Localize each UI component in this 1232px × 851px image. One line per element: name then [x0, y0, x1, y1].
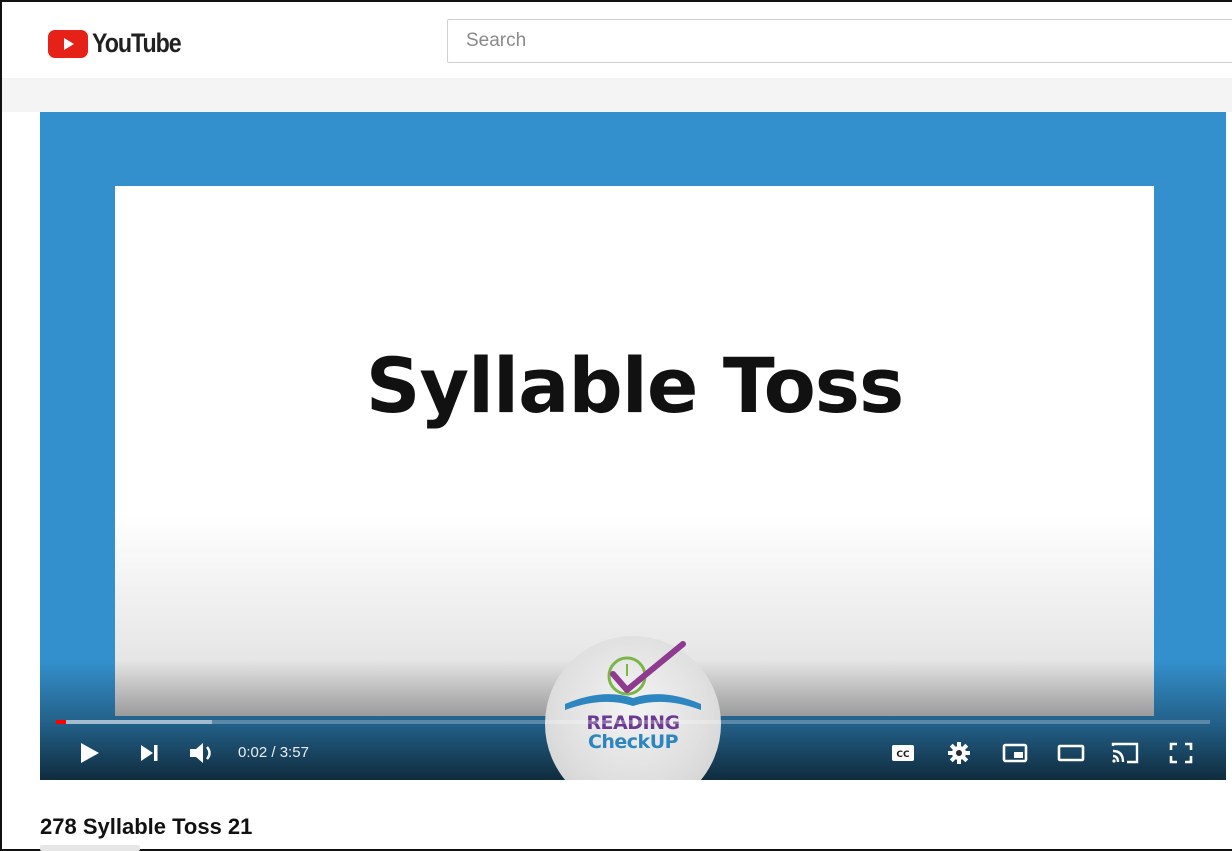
clock-checkmark-icon: [565, 641, 701, 710]
slide-title: Syllable Toss: [365, 341, 905, 430]
time-current: 0:02: [238, 744, 268, 761]
youtube-play-logo-icon: [48, 29, 88, 58]
volume-button[interactable]: [186, 732, 220, 774]
miniplayer-button[interactable]: [998, 732, 1032, 774]
theater-mode-button[interactable]: [1054, 732, 1088, 774]
video-player[interactable]: Syllable Toss READING CheckUP 0:02 / 3:5…: [40, 112, 1226, 780]
progress-buffered: [56, 720, 212, 724]
time-display: 0:02 / 3:57: [238, 744, 309, 761]
subtitles-icon: CC: [892, 745, 914, 761]
progress-bar[interactable]: [56, 720, 1210, 724]
page-background: [2, 78, 1232, 112]
next-button[interactable]: [132, 732, 166, 774]
logo-text: YouTube: [92, 28, 182, 58]
theater-icon: [1057, 744, 1085, 762]
player-controls: 0:02 / 3:57 CC: [40, 732, 1226, 774]
masthead: YouTube: [2, 2, 1232, 78]
fullscreen-button[interactable]: [1164, 732, 1198, 774]
cast-button[interactable]: [1108, 732, 1142, 774]
time-separator: /: [267, 744, 280, 761]
volume-icon: [190, 743, 211, 763]
time-total: 3:57: [279, 744, 309, 761]
miniplayer-icon: [1002, 743, 1028, 763]
cast-icon: [1111, 742, 1139, 764]
channel-info-cutoff: [40, 845, 140, 851]
progress-played: [56, 720, 67, 724]
search-input[interactable]: [447, 19, 1232, 63]
fullscreen-icon: [1169, 742, 1193, 764]
subtitles-button[interactable]: CC: [886, 732, 920, 774]
settings-button[interactable]: [942, 732, 976, 774]
youtube-logo[interactable]: YouTube: [48, 28, 195, 59]
play-icon: [81, 743, 99, 763]
svg-text:CC: CC: [896, 750, 910, 760]
settings-icon: [948, 742, 970, 764]
play-button[interactable]: [72, 732, 106, 774]
next-icon: [141, 745, 158, 761]
video-title: 278 Syllable Toss 21: [40, 814, 253, 839]
